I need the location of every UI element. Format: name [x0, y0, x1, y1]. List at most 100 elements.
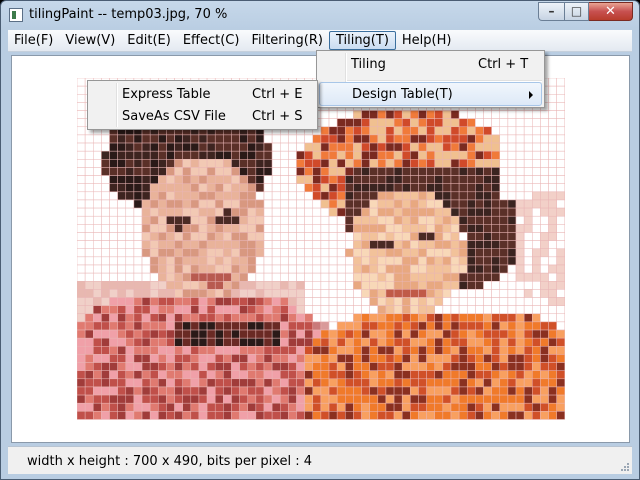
menu-view[interactable]: View(V) [59, 31, 121, 50]
mosaic-tile [556, 134, 565, 144]
mosaic-tile [166, 297, 175, 306]
mosaic-tile [206, 370, 216, 380]
mosaic-tile [117, 159, 127, 168]
menu-edit[interactable]: Edit(E) [121, 31, 177, 50]
menu-item-tiling[interactable]: Tiling Ctrl + T [319, 53, 542, 77]
menu-filtering[interactable]: Filtering(R) [245, 31, 328, 50]
mosaic-tile [174, 232, 183, 241]
mosaic-tile [296, 240, 305, 249]
mosaic-tile [540, 118, 549, 128]
app-icon[interactable] [9, 8, 23, 22]
mosaic-tile [540, 378, 549, 388]
mosaic-tile [442, 272, 452, 282]
mosaic-tile [361, 313, 370, 323]
mosaic-tile [141, 281, 151, 290]
menu-item-saveas-csv[interactable]: SaveAs CSV File Ctrl + S [90, 105, 315, 129]
mosaic-tile [458, 191, 468, 201]
mosaic-tile [434, 207, 444, 217]
mosaic-tile [271, 256, 281, 266]
mosaic-tile [141, 199, 151, 209]
mosaic-tile [280, 159, 289, 168]
mosaic-tile [393, 207, 403, 217]
mosaic-tile [93, 337, 102, 347]
mosaic-tile [483, 256, 492, 266]
mosaic-tile [336, 150, 346, 160]
resize-grip-icon[interactable] [620, 462, 630, 472]
mosaic-tile [458, 394, 468, 404]
mosaic-tile [515, 224, 525, 233]
mosaic-tile [499, 297, 509, 306]
mosaic-tile [466, 142, 476, 152]
mosaic-tile [312, 402, 322, 412]
mosaic-tile [280, 354, 289, 363]
menu-tiling[interactable]: Tiling(T) [328, 31, 396, 50]
mosaic-tile [499, 159, 509, 168]
mosaic-tile [426, 329, 435, 339]
mosaic-tile [223, 370, 232, 380]
mosaic-tile [288, 248, 297, 258]
minimize-button[interactable]: – [538, 2, 564, 21]
mosaic-tile [182, 167, 192, 176]
mosaic-tile [247, 215, 257, 225]
mosaic-tile [401, 191, 411, 201]
mosaic-tile [540, 411, 549, 420]
mosaic-tile [393, 297, 403, 306]
mosaic-tile [141, 264, 151, 274]
mosaic-tile [296, 362, 305, 371]
mosaic-tile [523, 378, 533, 388]
menu-item-design-table[interactable]: Design Table(T) [319, 82, 542, 106]
mosaic-tile [466, 159, 476, 168]
mosaic-tile [353, 256, 362, 266]
mosaic-tile [491, 167, 501, 176]
mosaic-tile [353, 411, 362, 420]
mosaic-tile [361, 346, 370, 355]
mosaic-tile [450, 313, 460, 323]
mosaic-tile [255, 362, 265, 371]
menu-item-express-table[interactable]: Express Table Ctrl + E [90, 83, 315, 107]
mosaic-tile [345, 281, 354, 290]
mosaic-tile [304, 411, 314, 420]
mosaic-tile [84, 272, 94, 282]
mosaic-tile [190, 281, 200, 290]
mosaic-tile [198, 272, 208, 282]
mosaic-tile [198, 159, 208, 168]
mosaic-tile [458, 134, 468, 144]
mosaic-tile [190, 362, 200, 371]
mosaic-tile [125, 142, 135, 152]
mosaic-tile [320, 134, 330, 144]
mosaic-tile [288, 337, 297, 347]
mosaic-tile [523, 411, 533, 420]
mosaic-tile [190, 191, 200, 201]
menu-effect[interactable]: Effect(C) [177, 31, 246, 50]
mosaic-tile [149, 134, 159, 144]
mosaic-tile [149, 215, 159, 225]
mosaic-tile [320, 232, 330, 241]
menu-file[interactable]: File(F) [8, 31, 59, 50]
mosaic-tile [377, 313, 387, 323]
mosaic-tile [426, 232, 435, 241]
mosaic-tile [117, 281, 127, 290]
mosaic-tile [434, 305, 444, 315]
close-button[interactable]: ✕ [589, 2, 633, 21]
mosaic-tile [353, 337, 362, 347]
mosaic-tile [255, 354, 265, 363]
mosaic-tile [507, 134, 517, 144]
menu-help[interactable]: Help(H) [396, 31, 458, 50]
mosaic-tile [377, 354, 387, 363]
mosaic-tile [377, 362, 387, 371]
title-bar[interactable]: tilingPaint -- temp03.jpg, 70 % – □ ✕ [1, 1, 639, 29]
mosaic-tile [288, 199, 297, 209]
mosaic-tile [483, 370, 492, 380]
mosaic-tile [117, 240, 127, 249]
mosaic-tile [174, 248, 183, 258]
mosaic-tile [418, 207, 427, 217]
mosaic-tile [101, 402, 110, 412]
mosaic-tile [401, 167, 411, 176]
mosaic-tile [450, 281, 460, 290]
mosaic-tile [345, 175, 354, 184]
mosaic-tile [548, 110, 557, 119]
mosaic-tile [475, 256, 484, 266]
mosaic-tile [393, 313, 403, 323]
maximize-button[interactable]: □ [564, 2, 589, 21]
mosaic-tile [345, 394, 354, 404]
